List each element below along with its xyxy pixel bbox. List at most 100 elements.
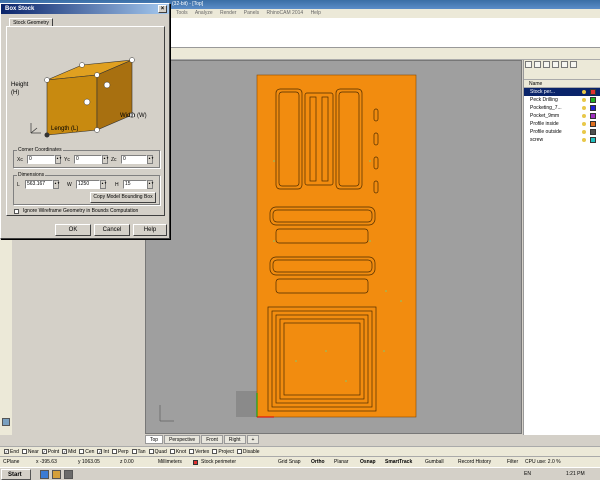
tab-perspective[interactable]: Perspective [164, 435, 201, 444]
height-spinner[interactable]: ▲▼ [147, 180, 154, 189]
layer-name: Profile outside [530, 129, 562, 135]
layer-row[interactable]: Stock per... [524, 88, 600, 96]
lightbulb-icon[interactable] [582, 138, 586, 142]
menu-tools[interactable]: Tools [176, 10, 188, 16]
dimensions-group: Dimensions L 563.167 ▲▼ W 1250 ▲▼ H 15 ▲… [13, 172, 160, 205]
dialog-titlebar[interactable]: Box Stock × [1, 4, 169, 14]
osnap-checkbox[interactable]: ✓ [41, 449, 47, 455]
box-stock-dialog: Box Stock × Stock Geometry Height (H) Le… [0, 3, 170, 239]
width-field[interactable]: 1250 [76, 180, 100, 189]
menu-help[interactable]: Help [311, 10, 321, 16]
layer-row[interactable]: screw [524, 136, 600, 144]
height-field[interactable]: 15 [123, 180, 147, 189]
xc-spinner[interactable]: ▲▼ [55, 155, 62, 164]
lightbulb-icon[interactable] [582, 98, 586, 102]
layer-row[interactable]: Peck Drilling [524, 96, 600, 104]
new-sublayer-icon[interactable] [534, 61, 541, 68]
top-viewport[interactable] [145, 60, 522, 434]
osnap-label: Vertex [195, 449, 210, 455]
osnap-checkbox[interactable] [21, 449, 27, 455]
osnap-label: Knot [175, 449, 187, 455]
origin-shadow [236, 391, 258, 417]
delete-layer-icon[interactable] [543, 61, 550, 68]
status-layer-swatch [193, 460, 198, 465]
dimensions-label: Dimensions [17, 172, 46, 178]
close-icon[interactable]: × [158, 5, 167, 13]
layer-row[interactable]: Pocket_9mm [524, 112, 600, 120]
osnap-checkbox[interactable] [236, 449, 242, 455]
menu-rhinocam[interactable]: RhinoCAM 2014 [266, 10, 303, 16]
quicklaunch-icon[interactable] [64, 470, 73, 479]
lightbulb-icon[interactable] [582, 130, 586, 134]
layers-panel: Name Stock per... Peck Drilling Pocketing_… [523, 60, 600, 435]
length-label: Length (L) [51, 126, 79, 132]
copy-model-bounding-box-button[interactable]: Copy Model Bounding Box [90, 192, 156, 203]
layer-row[interactable]: Profile inside [524, 120, 600, 128]
tab-front[interactable]: Front [201, 435, 223, 444]
zc-spinner[interactable]: ▲▼ [147, 155, 154, 164]
lightbulb-icon[interactable] [582, 90, 586, 94]
ok-button[interactable]: OK [55, 224, 91, 236]
windows-taskbar: Start EN 1:21 PM [0, 467, 600, 480]
layer-color-swatch[interactable] [590, 137, 596, 143]
osnap-checkbox[interactable] [111, 449, 117, 455]
new-layer-icon[interactable] [525, 61, 532, 68]
yc-field[interactable]: 0 [74, 155, 102, 164]
language-indicator[interactable]: EN [524, 468, 531, 480]
layers-toolbar [524, 60, 600, 80]
move-up-icon[interactable] [552, 61, 559, 68]
osnap-checkbox[interactable] [79, 449, 85, 455]
ignore-wireframe-label: Ignore Wireframe Geometry in Bounds Comp… [23, 208, 139, 214]
layer-color-swatch[interactable] [590, 97, 596, 103]
quicklaunch-icon[interactable] [40, 470, 49, 479]
menu-analyze[interactable]: Analyze [195, 10, 213, 16]
layers-column-name[interactable]: Name [524, 80, 600, 88]
osnap-checkbox[interactable]: ✓ [62, 449, 68, 455]
start-button[interactable]: Start [1, 469, 31, 480]
quicklaunch-icon[interactable] [52, 470, 61, 479]
tab-top[interactable]: Top [145, 435, 164, 444]
filter-icon[interactable] [570, 61, 577, 68]
zc-label: Zc [111, 157, 117, 163]
osnap-label: Perp [117, 449, 129, 455]
viewport-drawing [159, 74, 417, 422]
osnap-checkbox[interactable] [169, 449, 175, 455]
layer-row[interactable]: Profile outside [524, 128, 600, 136]
tab-right[interactable]: Right [223, 435, 246, 444]
xc-field[interactable]: 0 [27, 155, 55, 164]
length-spinner[interactable]: ▲▼ [53, 180, 60, 189]
lightbulb-icon[interactable] [582, 114, 586, 118]
cancel-button[interactable]: Cancel [94, 224, 130, 236]
osnap-checkbox[interactable] [131, 449, 137, 455]
osnap-label: Cen [85, 449, 95, 455]
osnap-checkbox[interactable] [189, 449, 195, 455]
osnap-label: Near [27, 449, 39, 455]
move-down-icon[interactable] [561, 61, 568, 68]
add-viewport-tab[interactable]: + [246, 435, 260, 444]
layer-color-swatch[interactable] [590, 113, 596, 119]
lightbulb-icon[interactable] [582, 106, 586, 110]
osnap-checkbox[interactable] [212, 449, 218, 455]
osnap-checkbox[interactable]: ✓ [97, 449, 103, 455]
corner-coordinates-label: Corner Coordinates [17, 147, 63, 153]
layer-color-swatch[interactable] [590, 121, 596, 127]
layer-color-swatch[interactable] [590, 129, 596, 135]
ignore-wireframe-checkbox[interactable] [14, 209, 19, 214]
length-field[interactable]: 563.167 [25, 180, 53, 189]
layer-name: screw [530, 137, 544, 143]
osnap-checkbox[interactable] [148, 449, 154, 455]
menu-render[interactable]: Render [220, 10, 236, 16]
yc-spinner[interactable]: ▲▼ [102, 155, 109, 164]
help-button[interactable]: Help [133, 224, 167, 236]
left-tool-strip [0, 240, 12, 435]
lightbulb-icon[interactable] [582, 122, 586, 126]
layer-row[interactable]: Pocketing_7... [524, 104, 600, 112]
tool-icon[interactable] [2, 418, 10, 426]
corner-coordinates-group: Corner Coordinates Xc 0 ▲▼ Yc 0 ▲▼ Zc 0 … [13, 147, 160, 168]
layer-color-swatch[interactable] [590, 105, 596, 111]
layer-color-swatch[interactable] [590, 89, 596, 95]
menu-panels[interactable]: Panels [244, 10, 259, 16]
zc-field[interactable]: 0 [121, 155, 147, 164]
osnap-checkbox[interactable]: ✓ [4, 449, 9, 455]
width-spinner[interactable]: ▲▼ [100, 180, 107, 189]
